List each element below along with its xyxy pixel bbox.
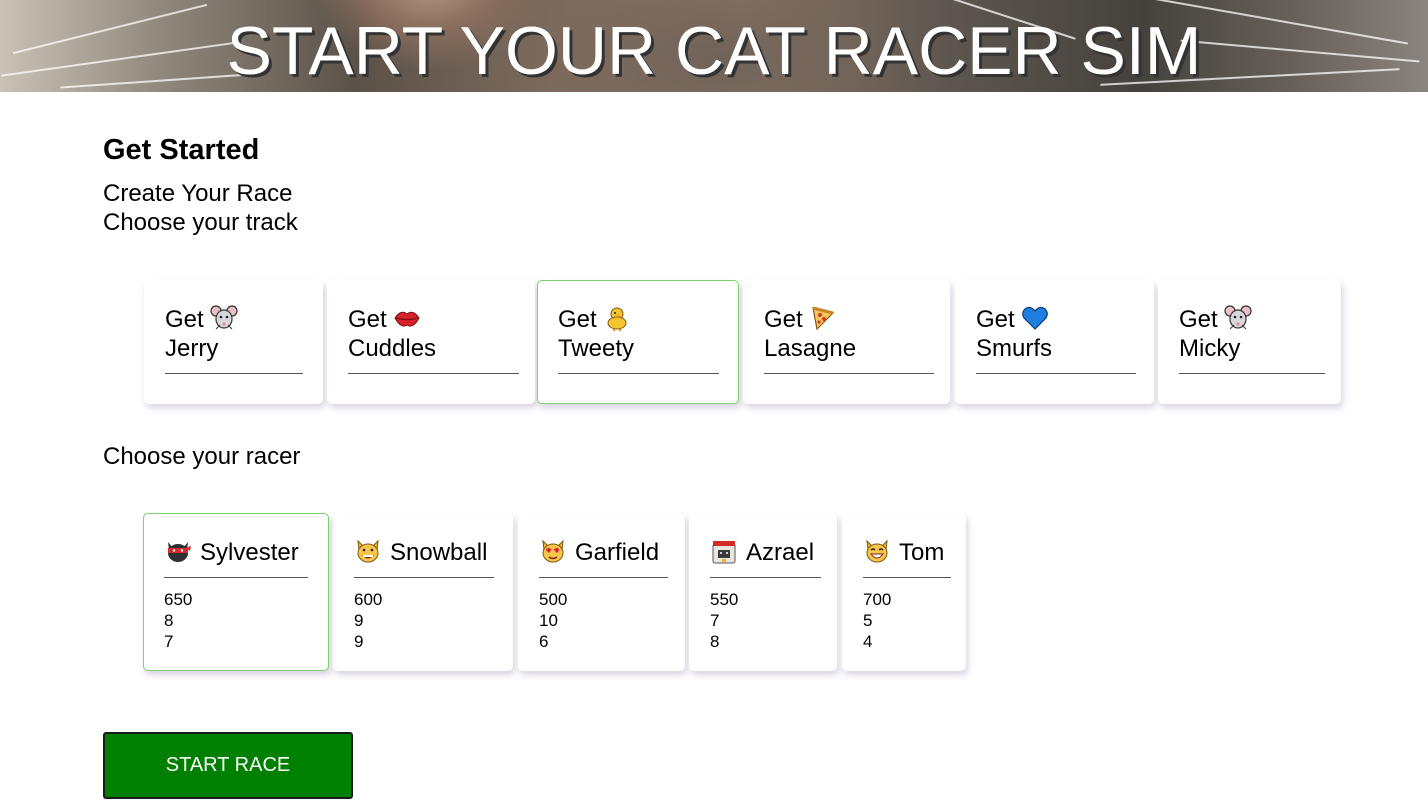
racer-stats: 500 10 6 [539, 589, 567, 652]
racer-stat: 10 [539, 611, 558, 630]
racer-name: Sylvester [200, 539, 299, 566]
track-name: Micky [1179, 335, 1241, 362]
divider [1179, 373, 1325, 374]
track-prefix: Get [976, 306, 1015, 333]
track-card-cuddles[interactable]: Get Cuddles [327, 280, 535, 404]
racer-header: Sylvester [164, 538, 299, 567]
divider [165, 373, 303, 374]
track-prefix: Get [558, 306, 597, 333]
racer-stat: 5 [863, 611, 873, 630]
track-label: Get Tweety [558, 305, 634, 363]
smiling-cat-icon [863, 538, 891, 564]
racer-name: Azrael [746, 539, 815, 566]
header-banner: START YOUR CAT RACER SIM [0, 0, 1428, 92]
racer-stat: 550 [710, 590, 739, 609]
start-race-button[interactable]: START RACE [103, 732, 353, 799]
divider [348, 373, 519, 374]
divider [539, 577, 668, 578]
heart-eyes-cat-icon [539, 538, 567, 564]
track-name: Lasagne [764, 335, 857, 362]
ninja-cat-icon [164, 538, 192, 564]
racer-stat: 9 [354, 611, 364, 630]
mouse-icon [210, 305, 238, 331]
racer-header: Tom [863, 538, 944, 567]
racer-header: Garfield [539, 538, 659, 567]
mouse-icon [1224, 305, 1252, 331]
racer-stat: 600 [354, 590, 383, 609]
page-title: START YOUR CAT RACER SIM [226, 13, 1202, 89]
racer-header: Snowball [354, 538, 487, 567]
track-prompt: Choose your track [103, 209, 298, 236]
racer-stats: 550 7 8 [710, 589, 738, 652]
track-label: Get Jerry [165, 305, 238, 363]
track-card-jerry[interactable]: Get Jerry [144, 280, 323, 404]
track-card-micky[interactable]: Get Micky [1158, 280, 1341, 404]
racer-card-snowball[interactable]: Snowball 600 9 9 [333, 513, 513, 671]
kiss-lips-icon [393, 305, 421, 331]
racer-stat: 8 [710, 632, 720, 651]
track-card-smurfs[interactable]: Get Smurfs [955, 280, 1154, 404]
racer-stats: 650 8 7 [164, 589, 192, 652]
racer-stat: 650 [164, 590, 193, 609]
divider [558, 373, 719, 374]
racer-card-azrael[interactable]: Azrael 550 7 8 [689, 513, 837, 671]
racer-stat: 7 [164, 632, 174, 651]
create-race-label: Create Your Race [103, 180, 293, 207]
racer-stat: 8 [164, 611, 174, 630]
racer-card-sylvester[interactable]: Sylvester 650 8 7 [143, 513, 329, 671]
track-label: Get Micky [1179, 305, 1252, 363]
divider [164, 577, 308, 578]
divider [764, 373, 934, 374]
track-name: Cuddles [348, 335, 437, 362]
track-name: Smurfs [976, 335, 1053, 362]
blue-heart-icon [1021, 305, 1049, 331]
pizza-icon [809, 305, 837, 331]
divider [710, 577, 821, 578]
racer-stat: 9 [354, 632, 364, 651]
racer-stats: 600 9 9 [354, 589, 382, 652]
track-name: Jerry [165, 335, 219, 362]
racer-stat: 500 [539, 590, 568, 609]
racer-stat: 7 [710, 611, 720, 630]
track-label: Get Lasagne [764, 305, 856, 363]
track-prefix: Get [1179, 306, 1218, 333]
divider [976, 373, 1136, 374]
track-label: Get Cuddles [348, 305, 436, 363]
racer-name: Snowball [390, 539, 488, 566]
track-prefix: Get [165, 306, 204, 333]
track-card-tweety[interactable]: Get Tweety [537, 280, 739, 404]
divider [354, 577, 494, 578]
racer-name: Garfield [575, 539, 660, 566]
racer-header: Azrael [710, 538, 814, 567]
racer-prompt: Choose your racer [103, 443, 301, 470]
track-prefix: Get [348, 306, 387, 333]
grinning-cat-icon [354, 538, 382, 564]
astro-cat-icon [710, 538, 738, 564]
racer-stat: 6 [539, 632, 549, 651]
racer-name: Tom [899, 539, 945, 566]
racer-card-garfield[interactable]: Garfield 500 10 6 [518, 513, 685, 671]
chick-icon [603, 305, 631, 331]
racer-card-tom[interactable]: Tom 700 5 4 [842, 513, 966, 671]
track-prefix: Get [764, 306, 803, 333]
track-card-lasagne[interactable]: Get Lasagne [743, 280, 950, 404]
racer-stats: 700 5 4 [863, 589, 891, 652]
section-heading: Get Started [103, 134, 260, 166]
track-name: Tweety [558, 335, 635, 362]
divider [863, 577, 951, 578]
track-label: Get Smurfs [976, 305, 1052, 363]
racer-stat: 700 [863, 590, 892, 609]
racer-stat: 4 [863, 632, 873, 651]
